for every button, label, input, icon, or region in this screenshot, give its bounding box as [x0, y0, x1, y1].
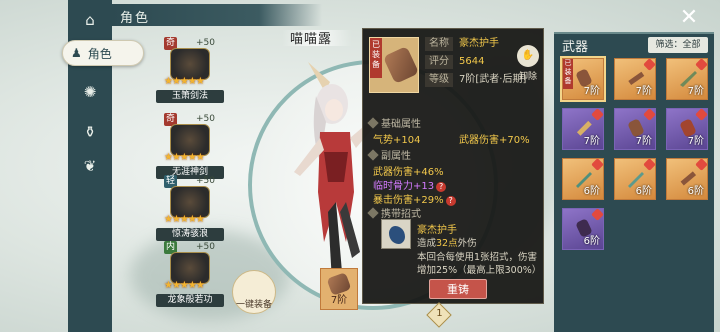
martial-arts-icon[interactable]: ✺ — [76, 78, 104, 106]
item-grade: 6阶 — [635, 186, 652, 197]
item-grade: 6阶 — [583, 186, 600, 197]
panel-title: 武器 — [562, 40, 589, 55]
item-score: 5644 — [459, 56, 485, 67]
item-grade: 7阶 — [583, 86, 600, 97]
weapon-item[interactable]: 6阶 — [562, 208, 604, 250]
row-key: 等级 — [425, 73, 453, 87]
gauntlet-icon — [382, 45, 420, 85]
skill-card[interactable]: 内 +50 ★★★★★ 龙象般若功 — [156, 241, 224, 307]
skill-stars-icon: ★★★★★ — [164, 280, 205, 291]
item-tooltip: 已装备 名称 豪杰护手 评分 5644 等级 7阶[武者·后期] ✋ 卸除 基础… — [362, 28, 544, 304]
skill-card[interactable]: 奇 +50 ★★★★★ 玉箫剑法 — [156, 37, 224, 103]
section-sub: 副属性 — [367, 147, 411, 162]
section-label: 基础属性 — [381, 119, 421, 130]
character-name: 喵喵露 — [290, 32, 333, 47]
help-icon[interactable]: ? — [445, 196, 456, 206]
item-grade: 7阶 — [687, 86, 704, 97]
equipped-tag: 已装备 — [370, 38, 382, 78]
item-icon-box: 已装备 — [369, 37, 420, 93]
character-icon: ♟ — [71, 46, 82, 60]
sub-stat: 暴击伤害+29%? — [373, 191, 456, 206]
section-base: 基础属性 — [367, 115, 421, 130]
desc-text: 造成 — [417, 238, 437, 249]
item-grade: 6阶 — [687, 186, 704, 197]
base-stat: 气势+104 — [373, 135, 421, 146]
skill-level: +50 — [196, 114, 215, 124]
sidebar-item-role[interactable]: ♟ 角色 — [62, 40, 144, 66]
filter-button[interactable]: 筛选：全部 — [648, 37, 708, 53]
pet-icon[interactable]: ❦ — [76, 152, 104, 180]
sub-stat: 武器伤害+46% — [373, 167, 444, 178]
weapon-item[interactable]: 7阶 — [614, 58, 656, 100]
weapon-item[interactable]: 7阶 — [666, 108, 708, 150]
bag-icon[interactable]: ⚱ — [76, 118, 104, 146]
equipped-tag: 已装备 — [563, 59, 573, 89]
bullet-icon — [367, 116, 379, 129]
reforge-button[interactable]: 重铸 — [429, 279, 487, 299]
top-tab-label: 角色 — [120, 11, 151, 26]
section-move: 携带招式 — [367, 205, 421, 220]
unequip-icon: ✋ — [517, 45, 539, 67]
weapon-item[interactable]: 已装备 7阶 — [560, 56, 606, 102]
item-grade: 7阶 — [635, 136, 652, 147]
item-name: 豪杰护手 — [459, 38, 499, 49]
sidebar-item-label: 角色 — [87, 46, 112, 61]
top-tab: 角色 — [112, 4, 322, 26]
close-icon[interactable]: ✕ — [678, 7, 700, 30]
info-row-name: 名称 豪杰护手 — [425, 37, 515, 53]
skill-card[interactable]: 奇 +50 ★★★★★ 无涯神剑 — [156, 113, 224, 179]
skill-name: 玉箫剑法 — [156, 90, 224, 103]
row-key: 名称 — [425, 37, 453, 51]
info-row-score: 评分 5644 — [425, 55, 515, 71]
base-stat: 武器伤害+70% — [459, 135, 530, 146]
move-desc-line2: 本回合每使用1张招式，伤害增加25%（最高上限300%） — [417, 252, 542, 276]
item-grade: 6阶 — [583, 236, 600, 247]
move-icon — [381, 219, 411, 249]
desc-number: 32点 — [436, 238, 458, 249]
item-grade: 7阶 — [635, 86, 652, 97]
move-desc-line1: 造成32点外伤 — [417, 237, 541, 250]
weapon-item[interactable]: 6阶 — [562, 158, 604, 200]
skill-name: 惊涛骇浪 — [156, 228, 224, 241]
skill-level: +50 — [196, 38, 215, 48]
desc-text: 外伤 — [457, 238, 477, 249]
home-icon[interactable]: ⌂ — [76, 6, 104, 34]
auto-equip-label: 一键装备 — [235, 300, 272, 310]
unequip-button[interactable]: ✋ 卸除 — [515, 45, 541, 82]
move-name: 豪杰护手 — [417, 225, 457, 236]
skill-level: +50 — [196, 176, 215, 186]
skill-card[interactable]: 轻 +50 ★★★★★ 惊涛骇浪 — [156, 175, 224, 241]
item-grade: 7阶 — [583, 136, 600, 147]
skill-stars-icon: ★★★★★ — [164, 214, 205, 225]
skill-stars-icon: ★★★★★ — [164, 152, 205, 163]
section-label: 携带招式 — [381, 209, 421, 220]
weapon-item[interactable]: 6阶 — [666, 158, 708, 200]
weapon-item[interactable]: 7阶 — [562, 108, 604, 150]
unequip-label: 卸除 — [518, 72, 537, 82]
page-badge-label: 1 — [436, 307, 443, 319]
sub-stat: 临时骨力+13? — [373, 177, 447, 192]
skill-level: +50 — [196, 242, 215, 252]
section-label: 副属性 — [381, 151, 411, 162]
auto-equip-button[interactable]: 一键装备 — [232, 270, 276, 314]
bullet-icon — [367, 148, 379, 161]
weapon-item[interactable]: 7阶 — [666, 58, 708, 100]
slot-grade: 7阶 — [330, 295, 348, 306]
item-grade: 7阶 — [687, 136, 704, 147]
skill-stars-icon: ★★★★★ — [164, 76, 205, 87]
equip-slot[interactable]: 7阶 — [320, 268, 358, 310]
skill-name: 龙象般若功 — [156, 294, 224, 307]
weapon-item[interactable]: 7阶 — [614, 108, 656, 150]
info-row-grade: 等级 7阶[武者·后期] — [425, 73, 526, 89]
weapon-item[interactable]: 6阶 — [614, 158, 656, 200]
bullet-icon — [367, 206, 379, 219]
row-key: 评分 — [425, 55, 453, 69]
